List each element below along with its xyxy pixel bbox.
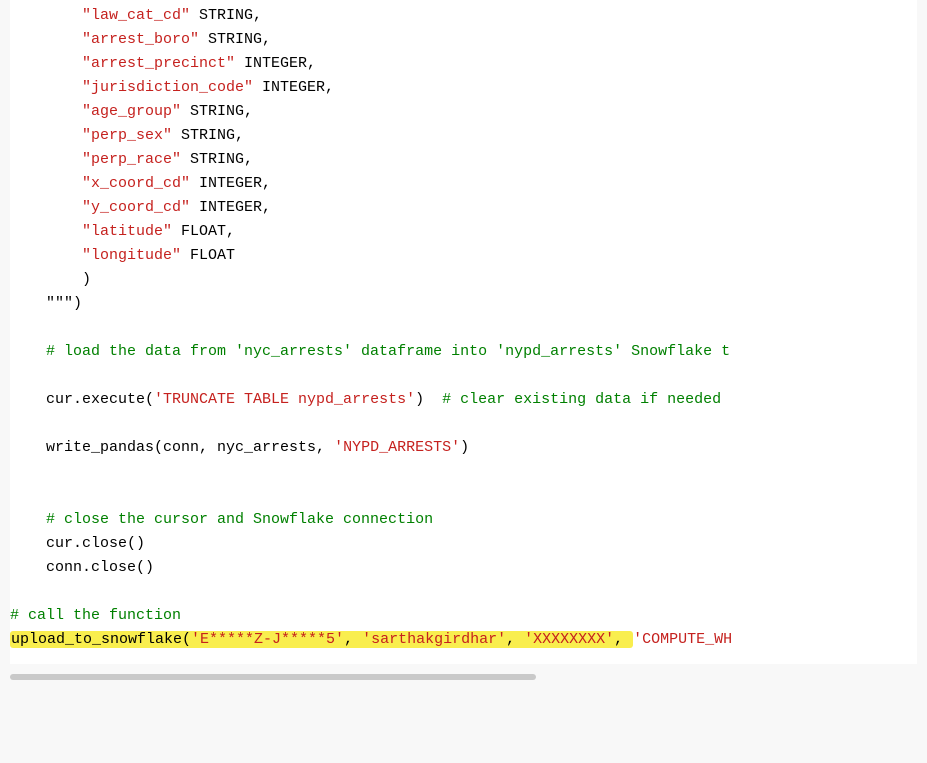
code-line: write_pandas(conn, nyc_arrests, 'NYPD_AR… — [10, 436, 917, 460]
type-token: INTEGER, — [235, 55, 316, 72]
blank-line — [10, 412, 917, 436]
type-token: INTEGER, — [190, 175, 271, 192]
string-literal: "perp_race" — [82, 151, 181, 168]
type-token: FLOAT, — [172, 223, 235, 240]
type-token: STRING, — [190, 7, 262, 24]
code-line: cur.execute('TRUNCATE TABLE nypd_arrests… — [10, 388, 917, 412]
arg-sep: , — [506, 631, 524, 648]
type-token: STRING, — [181, 151, 253, 168]
code-line: "latitude" FLOAT, — [10, 220, 917, 244]
code-block: "law_cat_cd" STRING, "arrest_boro" STRIN… — [10, 0, 917, 664]
blank-line — [10, 364, 917, 388]
comment-inline: # clear existing data if needed — [442, 391, 721, 408]
string-literal: "arrest_precinct" — [82, 55, 235, 72]
string-arg: 'E*****Z-J*****5' — [191, 631, 344, 648]
string-literal: "law_cat_cd" — [82, 7, 190, 24]
string-literal: "longitude" — [82, 247, 181, 264]
code-line: "perp_race" STRING, — [10, 148, 917, 172]
code-line: "arrest_boro" STRING, — [10, 28, 917, 52]
type-token: INTEGER, — [190, 199, 271, 216]
code-line: "perp_sex" STRING, — [10, 124, 917, 148]
scrollbar-thumb[interactable] — [10, 674, 536, 680]
code-text: ) — [460, 439, 469, 456]
blank-line — [10, 580, 917, 604]
code-text: cur.execute( — [10, 391, 154, 408]
code-line: conn.close() — [10, 556, 917, 580]
type-token: STRING, — [199, 31, 271, 48]
string-literal: 'NYPD_ARRESTS' — [334, 439, 460, 456]
comment-line: # load the data from 'nyc_arrests' dataf… — [10, 340, 917, 364]
string-arg: 'XXXXXXXX' — [524, 631, 614, 648]
string-literal: "arrest_boro" — [82, 31, 199, 48]
string-literal: "perp_sex" — [82, 127, 172, 144]
code-line: "jurisdiction_code" INTEGER, — [10, 76, 917, 100]
type-token: STRING, — [181, 103, 253, 120]
string-literal: "latitude" — [82, 223, 172, 240]
type-token: STRING, — [172, 127, 244, 144]
code-line: "y_coord_cd" INTEGER, — [10, 196, 917, 220]
code-line: """) — [10, 292, 917, 316]
code-text: write_pandas(conn, nyc_arrests, — [10, 439, 334, 456]
code-line: "x_coord_cd" INTEGER, — [10, 172, 917, 196]
horizontal-scrollbar[interactable] — [10, 674, 917, 684]
arg-sep: , — [344, 631, 362, 648]
code-line: ) — [10, 268, 917, 292]
string-literal: "y_coord_cd" — [82, 199, 190, 216]
string-literal: 'TRUNCATE TABLE nypd_arrests' — [154, 391, 415, 408]
code-text: ) — [415, 391, 442, 408]
blank-line — [10, 460, 917, 484]
type-token: INTEGER, — [253, 79, 334, 96]
code-line: "longitude" FLOAT — [10, 244, 917, 268]
code-line: "age_group" STRING, — [10, 100, 917, 124]
type-token: FLOAT — [181, 247, 235, 264]
code-line: upload_to_snowflake('E*****Z-J*****5', '… — [10, 628, 917, 652]
blank-line — [10, 484, 917, 508]
arg-sep: , — [614, 631, 632, 648]
string-arg: 'COMPUTE_WH — [633, 631, 732, 648]
code-line: "arrest_precinct" INTEGER, — [10, 52, 917, 76]
blank-line — [10, 316, 917, 340]
string-literal: "age_group" — [82, 103, 181, 120]
function-call: upload_to_snowflake( — [11, 631, 191, 648]
string-literal: "jurisdiction_code" — [82, 79, 253, 96]
highlight-region: upload_to_snowflake('E*****Z-J*****5', '… — [10, 631, 633, 648]
string-arg: 'sarthakgirdhar' — [362, 631, 506, 648]
comment-line: # call the function — [10, 604, 917, 628]
comment-line: # close the cursor and Snowflake connect… — [10, 508, 917, 532]
code-line: cur.close() — [10, 532, 917, 556]
code-line: "law_cat_cd" STRING, — [10, 4, 917, 28]
string-literal: "x_coord_cd" — [82, 175, 190, 192]
